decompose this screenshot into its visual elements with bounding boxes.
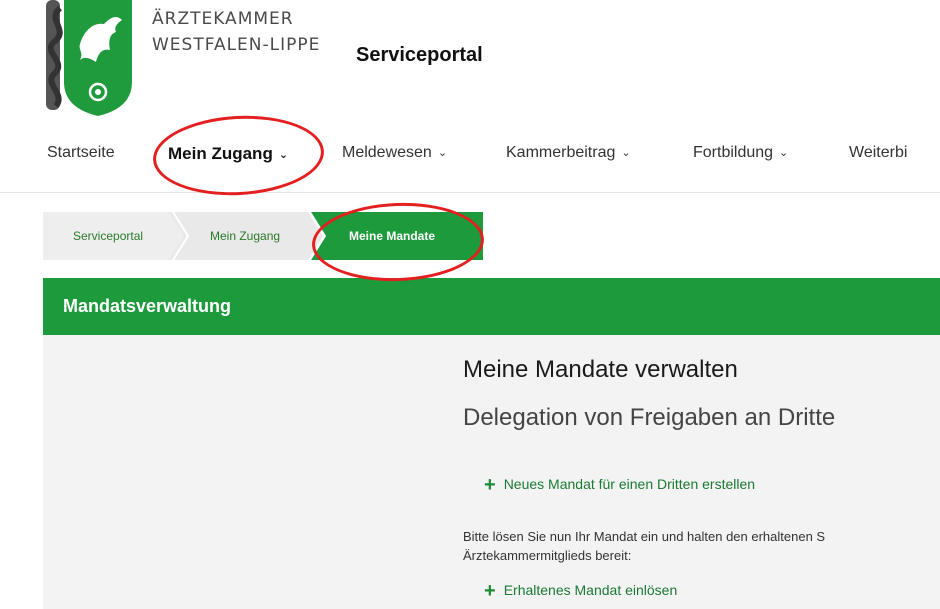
- nav-item-mein-zugang[interactable]: Mein Zugang ⌄: [168, 144, 288, 164]
- breadcrumb-meine-mandate: Meine Mandate: [349, 229, 436, 243]
- nav-item-weiterbildung[interactable]: Weiterbi: [849, 144, 907, 162]
- plus-icon: +: [484, 474, 496, 496]
- redeem-mandate-link[interactable]: + Erhaltenes Mandat einlösen: [484, 580, 677, 603]
- portal-title: Serviceportal: [356, 44, 483, 66]
- nav-item-meldewesen[interactable]: Meldewesen ⌄: [342, 144, 447, 162]
- create-mandate-link[interactable]: + Neues Mandat für einen Dritten erstelle…: [484, 474, 755, 497]
- breadcrumb-mein-zugang[interactable]: Mein Zugang: [210, 212, 280, 260]
- breadcrumb: Serviceportal Mein Zugang Meine Mandate: [43, 212, 483, 260]
- org-name-line1: ÄRZTEKAMMER: [152, 9, 294, 29]
- main-navigation: Startseite Mein Zugang ⌄ Meldewesen ⌄ Kamm…: [0, 136, 940, 180]
- nav-item-startseite[interactable]: Startseite: [47, 144, 115, 162]
- nav-item-label: Startseite: [47, 144, 115, 161]
- nav-item-kammerbeitrag[interactable]: Kammerbeitrag ⌄: [506, 144, 631, 162]
- nav-item-label: Mein Zugang: [168, 144, 273, 163]
- info-text-line2: Ärztekammermitglieds bereit:: [463, 548, 632, 563]
- chamber-logo[interactable]: [44, 0, 134, 118]
- panel-header: Mandatsverwaltung: [43, 278, 940, 335]
- info-text: Bitte lösen Sie nun Ihr Mandat ein und h…: [463, 527, 940, 565]
- nav-item-label: Fortbildung: [693, 144, 774, 161]
- organization-name: ÄRZTEKAMMER WESTFALEN-LIPPE: [152, 6, 320, 58]
- redeem-mandate-label: Erhaltenes Mandat einlösen: [503, 582, 678, 598]
- plus-icon: +: [484, 580, 496, 602]
- chevron-down-icon: ⌄: [621, 147, 631, 159]
- nav-item-label: Meldewesen: [342, 144, 432, 161]
- panel-title: Mandatsverwaltung: [63, 296, 232, 316]
- chevron-down-icon: ⌄: [437, 147, 448, 159]
- breadcrumb-serviceportal[interactable]: Serviceportal: [73, 212, 143, 260]
- nav-item-fortbildung[interactable]: Fortbildung ⌄: [693, 144, 788, 162]
- nav-divider: [0, 192, 940, 193]
- chevron-down-icon: ⌄: [779, 147, 789, 159]
- nav-item-label: Kammerbeitrag: [506, 144, 616, 161]
- chevron-down-icon: ⌄: [278, 149, 289, 161]
- nav-item-label: Weiterbi: [849, 144, 908, 161]
- org-name-line2: WESTFALEN-LIPPE: [152, 35, 321, 55]
- create-mandate-label: Neues Mandat für einen Dritten erstellen: [503, 476, 756, 492]
- page-subheading: Delegation von Freigaben an Dritte: [463, 404, 836, 431]
- page-heading: Meine Mandate verwalten: [463, 356, 738, 383]
- info-text-line1: Bitte lösen Sie nun Ihr Mandat ein und h…: [463, 529, 826, 544]
